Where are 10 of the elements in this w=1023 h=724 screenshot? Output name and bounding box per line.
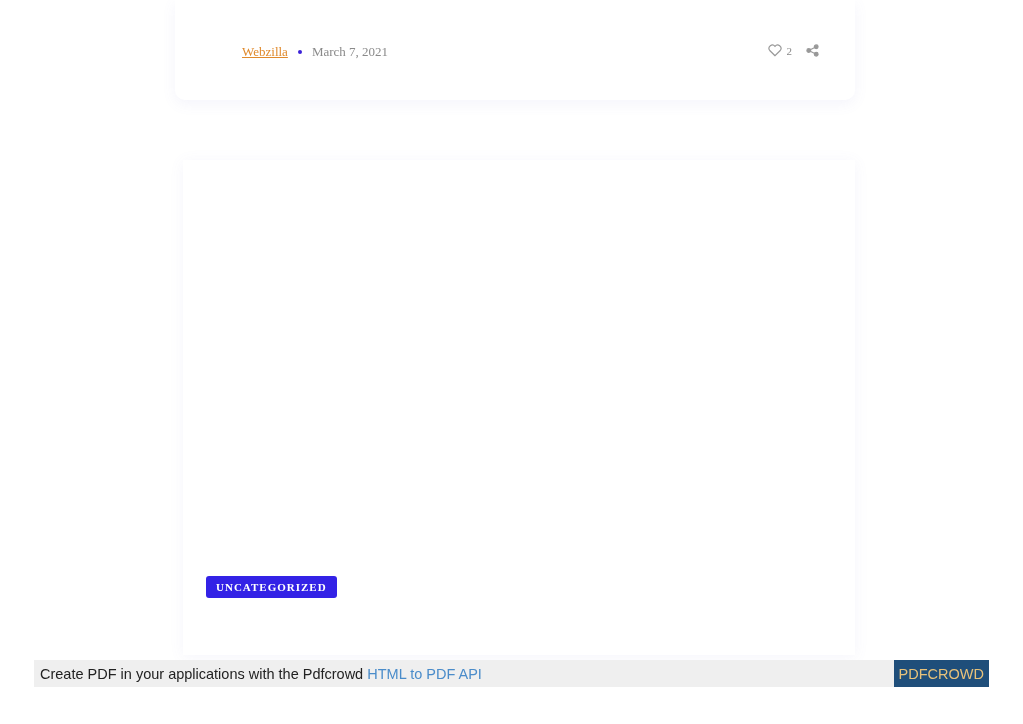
like-button[interactable]: 2 — [767, 44, 792, 57]
api-link[interactable]: HTML to PDF API — [367, 665, 482, 682]
post-date: March 7, 2021 — [311, 44, 389, 60]
heart-icon — [767, 44, 782, 57]
share-icon[interactable] — [806, 44, 819, 57]
category-tag[interactable]: UNCATEGORIZED — [206, 576, 337, 598]
author-link[interactable]: Webzilla — [242, 44, 288, 60]
pdfcrowd-button[interactable]: PDFCROWD — [893, 660, 989, 687]
separator-dot — [297, 50, 302, 54]
footer-text: Create PDF in your applications with the Pdfcrowd HTML to PDF API — [39, 665, 482, 682]
